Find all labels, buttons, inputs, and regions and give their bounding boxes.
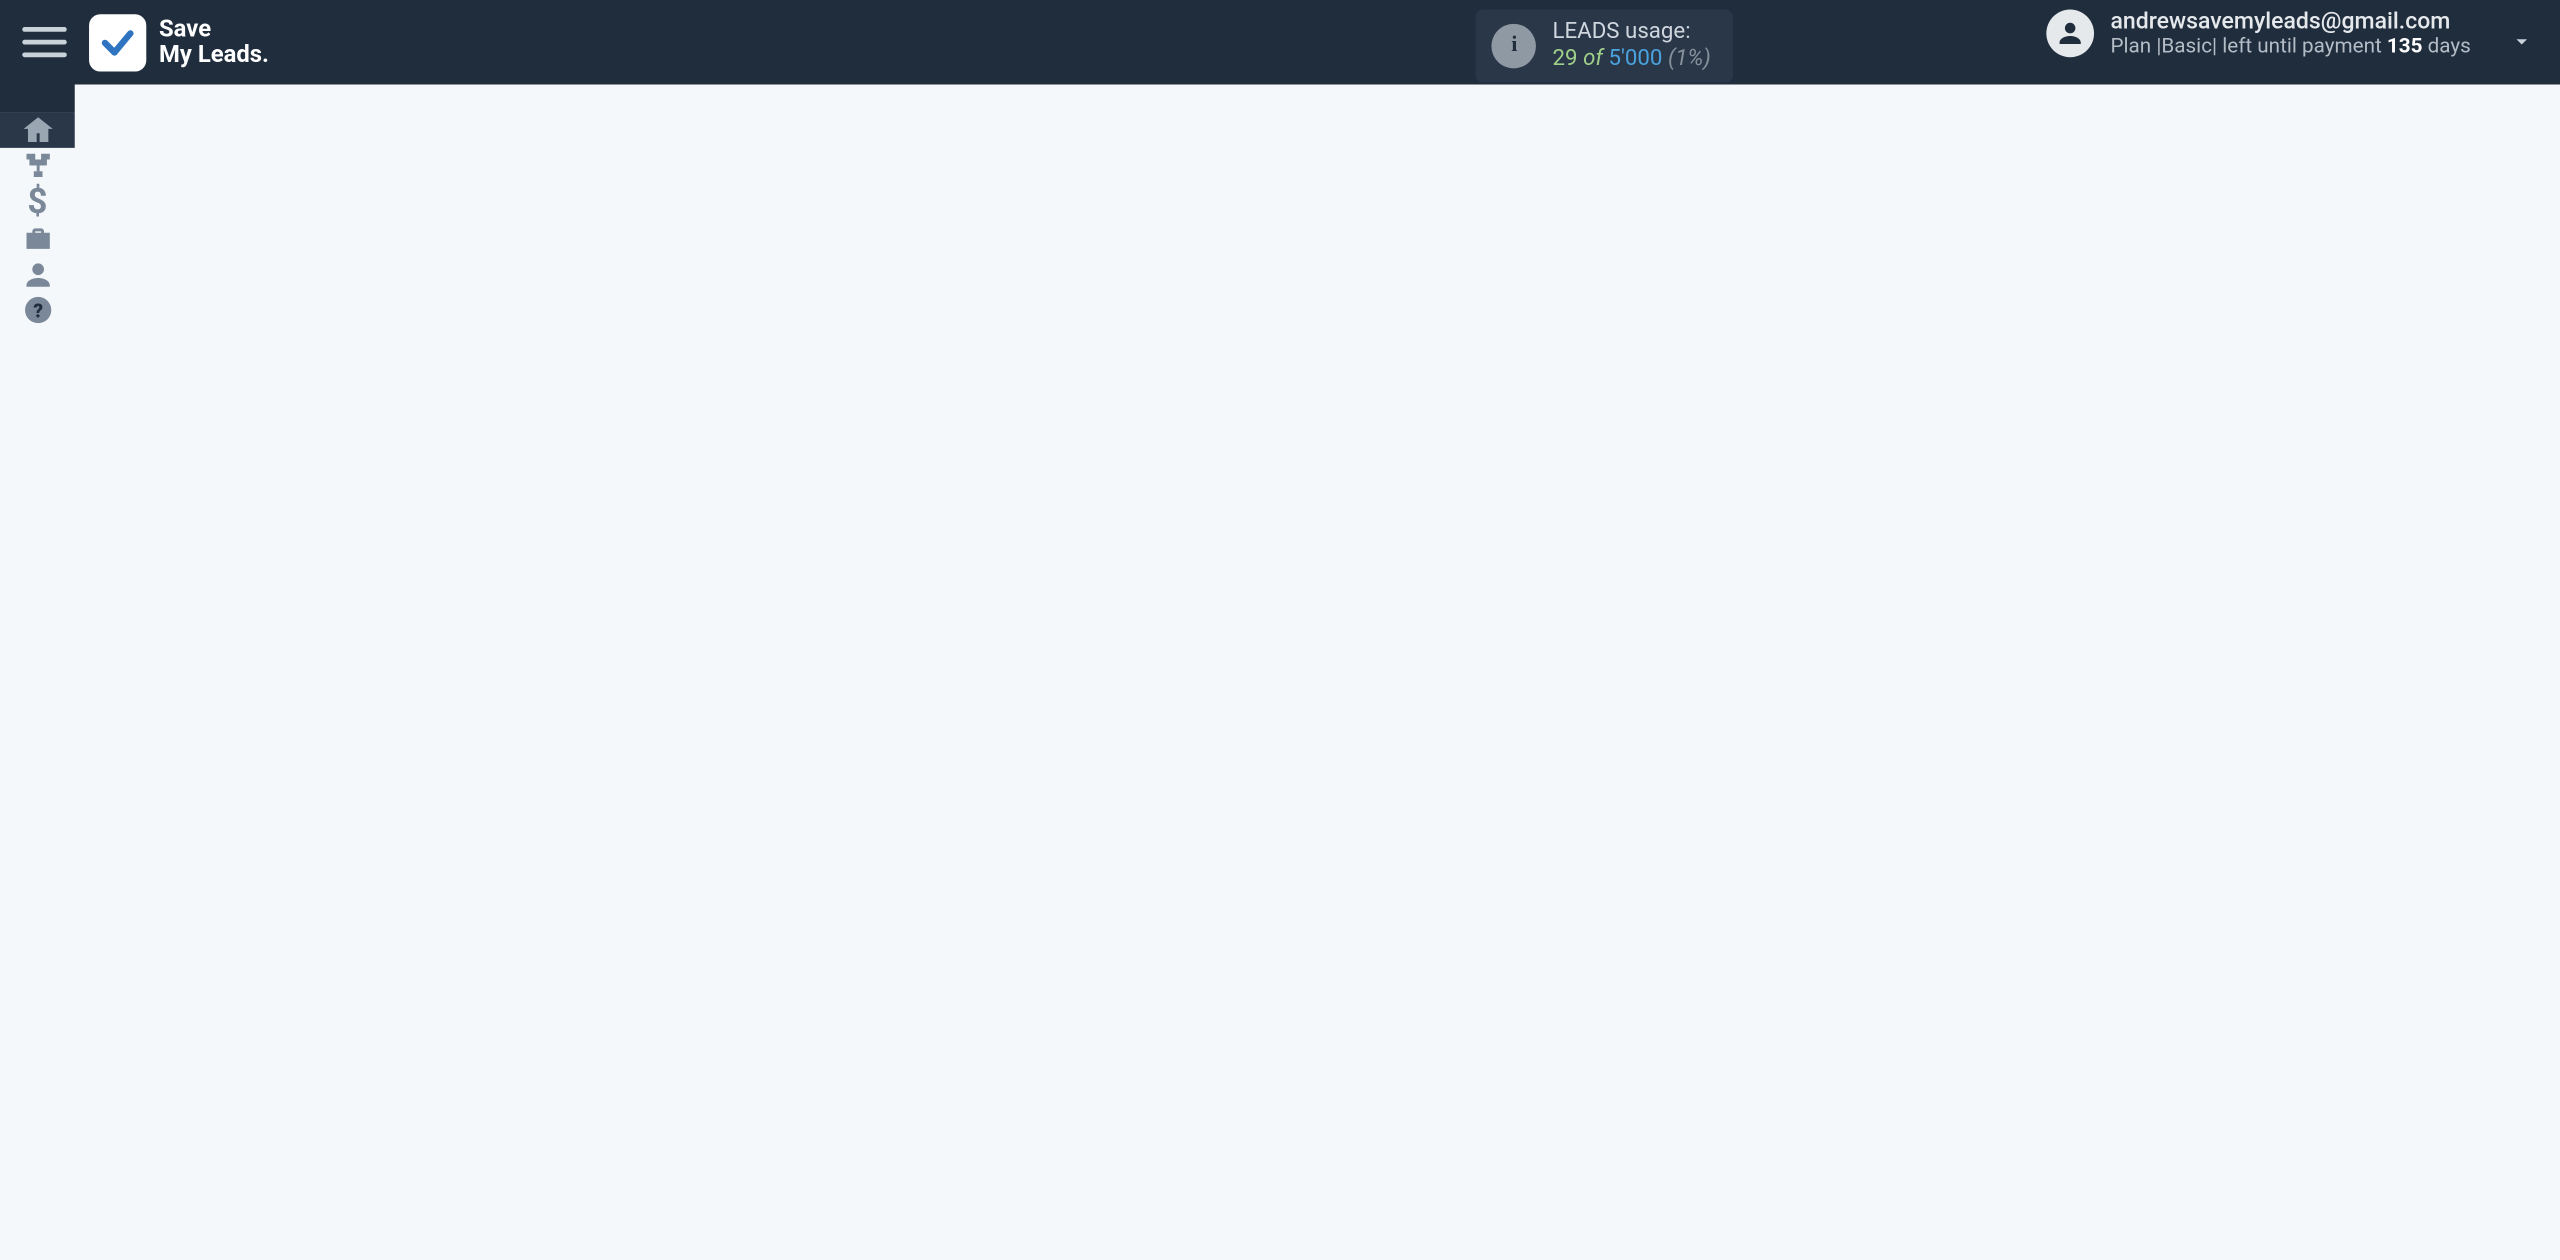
sidebar-item-profile[interactable] (0, 258, 75, 293)
leads-usage-text: LEADS usage: 29 of 5'000 (1%) (1553, 19, 1711, 72)
plan-days-suffix: days (2423, 36, 2471, 60)
leads-total: 5'000 (1608, 46, 1662, 71)
plan-name: Basic (2161, 36, 2212, 60)
leads-of: of (1583, 46, 1603, 71)
plan-prefix: Plan | (2110, 36, 2161, 60)
plan-mid: | left until payment (2212, 36, 2387, 60)
leads-used: 29 (1553, 46, 1578, 71)
sidebar-item-flows[interactable] (0, 148, 75, 183)
svg-text:?: ? (33, 299, 43, 322)
leads-usage-label: LEADS usage: (1553, 19, 1711, 46)
account-email: andrewsavemyleads@gmail.com (2110, 8, 2470, 36)
sidebar-item-briefcase[interactable] (0, 223, 75, 258)
sidebar: $ ? (0, 84, 75, 113)
leads-pct: (1%) (1668, 46, 1711, 71)
dollar-icon: $ (27, 183, 47, 223)
hamburger-icon[interactable] (22, 20, 67, 65)
brand-line1: Save (159, 17, 269, 42)
brand-logo-icon[interactable] (89, 14, 146, 71)
chevron-down-icon[interactable] (2509, 29, 2534, 61)
leads-usage-box[interactable]: i LEADS usage: 29 of 5'000 (1%) (1476, 10, 1733, 82)
info-icon: i (1492, 24, 1537, 69)
account-block[interactable]: andrewsavemyleads@gmail.com Plan |Basic|… (2047, 8, 2471, 60)
sidebar-item-help[interactable]: ? (0, 293, 75, 328)
avatar-icon (2047, 10, 2095, 58)
sidebar-item-home[interactable] (0, 113, 75, 148)
topbar: Save My Leads. i LEADS usage: 29 of 5'00… (0, 0, 2560, 84)
brand-name: Save My Leads. (159, 17, 269, 67)
brand-line2: My Leads. (159, 42, 269, 67)
sidebar-item-billing[interactable]: $ (0, 183, 75, 223)
account-text: andrewsavemyleads@gmail.com Plan |Basic|… (2110, 8, 2470, 60)
plan-days: 135 (2387, 36, 2423, 60)
